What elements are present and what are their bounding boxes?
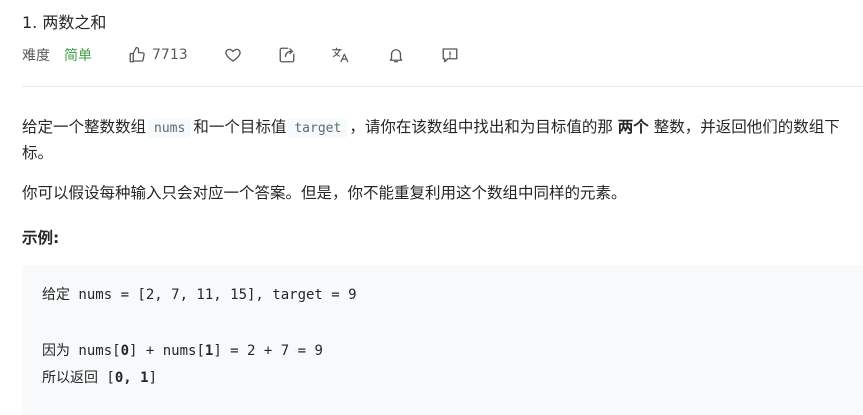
difficulty-value: 简单	[64, 48, 92, 64]
heart-icon	[224, 46, 242, 64]
share-icon	[278, 46, 296, 64]
description-paragraph-2: 你可以假设每种输入只会对应一个答案。但是，你不能重复利用这个数组中同样的元素。	[22, 184, 627, 202]
share-button[interactable]	[278, 46, 296, 64]
translate-icon	[331, 46, 351, 64]
example-line-3: 所以返回 [0, 1]	[42, 367, 157, 387]
example-heading: 示例:	[22, 229, 60, 247]
example-line-2: 因为 nums[0] + nums[1] = 2 + 7 = 9	[42, 340, 323, 360]
desc-text: ，请你在该数组中找出和为目标值的那	[349, 118, 613, 136]
divider	[22, 86, 863, 87]
translate-button[interactable]	[331, 46, 351, 64]
code-text: 所以返回 [	[42, 370, 115, 386]
problem-meta-bar: 难度 简单 7713	[22, 43, 459, 67]
feedback-icon	[441, 46, 459, 64]
bell-icon	[387, 46, 405, 64]
inline-code-nums: nums	[148, 119, 192, 138]
problem-description: 给定一个整数数组 nums 和一个目标值 target ，请你在该数组中找出和为目标值的…	[22, 115, 852, 166]
desc-text: 和一个目标值	[193, 118, 287, 136]
thumbs-up-icon	[128, 46, 146, 64]
desc-text: 给定一个整数数组	[22, 118, 147, 136]
code-bold: 0	[120, 343, 130, 359]
inline-code-target: target	[288, 119, 348, 138]
example-line-1: 给定 nums = [2, 7, 11, 15], target = 9	[42, 287, 357, 303]
code-text: ] + nums[	[129, 343, 205, 359]
code-bold: 0, 1	[114, 370, 149, 386]
example-code-block: 给定 nums = [2, 7, 11, 15], target = 9 因为 …	[22, 265, 863, 415]
problem-page: 1. 两数之和 难度 简单 7713 给定一个整数数组 nums 和一个目标值 …	[0, 0, 863, 415]
code-text: ]	[148, 370, 158, 386]
description-paragraph-1: 给定一个整数数组 nums 和一个目标值 target ，请你在该数组中找出和为目标值的…	[22, 115, 852, 166]
notify-button[interactable]	[387, 46, 405, 64]
feedback-button[interactable]	[441, 46, 459, 64]
code-text: 因为 nums[	[42, 343, 121, 359]
like-count: 7713	[152, 47, 188, 63]
like-button[interactable]: 7713	[128, 46, 188, 64]
favorite-button[interactable]	[224, 46, 242, 64]
problem-title: 1. 两数之和	[22, 13, 107, 32]
desc-bold-text: 两个	[617, 118, 649, 136]
code-text: ] = 2 + 7 = 9	[213, 343, 323, 359]
difficulty-label: 难度	[22, 48, 50, 64]
